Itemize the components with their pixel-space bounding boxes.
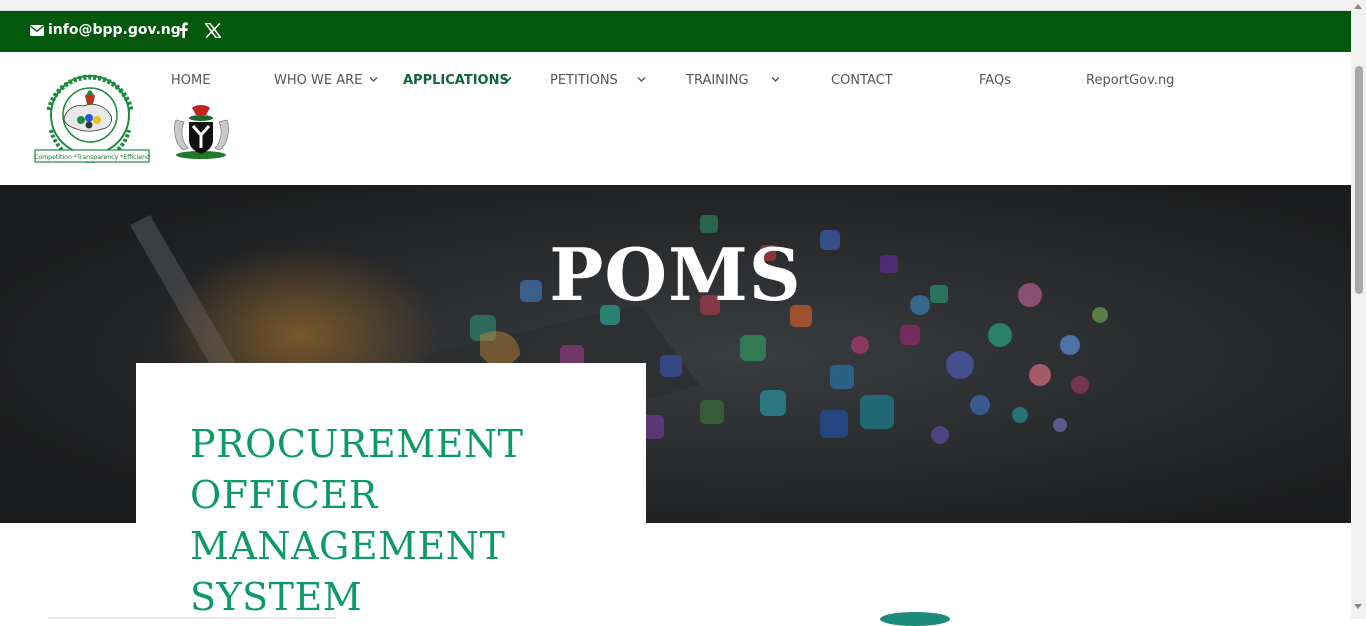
- content-image-peek: [880, 612, 950, 626]
- bpp-logo-image: *Competition *Transparency *Efficiency: [31, 74, 153, 164]
- nav-home[interactable]: HOME: [171, 72, 210, 88]
- nav-applications[interactable]: APPLICATIONS: [403, 72, 513, 88]
- nav-training[interactable]: TRAINING: [686, 72, 782, 88]
- page-scrollbar[interactable]: [1351, 0, 1366, 619]
- card-title: PROCUREMENT OFFICER MANAGEMENT SYSTEM: [190, 419, 610, 623]
- nav-home-label: HOME: [171, 72, 211, 88]
- nav-who-we-are[interactable]: WHO WE ARE: [274, 72, 378, 88]
- x-icon: [205, 22, 221, 38]
- envelope-icon: [30, 24, 44, 36]
- chevron-down-icon: [503, 76, 512, 83]
- scroll-down-arrow-icon[interactable]: [1354, 604, 1362, 609]
- bpp-motto: *Competition *Transparency *Efficiency: [34, 154, 150, 161]
- nav-training-label: TRAINING: [686, 72, 749, 88]
- card-title-line-3: MANAGEMENT: [190, 524, 506, 568]
- chevron-down-icon: [369, 77, 378, 82]
- nav-faqs-label: FAQs: [979, 72, 1011, 88]
- nav-petitions-label: PETITIONS: [550, 72, 618, 88]
- email-text: info@bpp.gov.ng: [48, 22, 181, 38]
- x-link[interactable]: [204, 20, 222, 40]
- card-title-line-1: PROCUREMENT: [190, 422, 524, 466]
- coat-of-arms-logo: [168, 102, 235, 162]
- nav-contact[interactable]: CONTACT: [831, 72, 893, 88]
- facebook-icon: [179, 22, 188, 38]
- email-link[interactable]: info@bpp.gov.ng: [30, 20, 181, 40]
- chevron-down-icon: [637, 77, 646, 82]
- card-title-line-4: SYSTEM: [190, 575, 363, 619]
- nav-petitions[interactable]: PETITIONS: [550, 72, 647, 88]
- nav-reportgov[interactable]: ReportGov.ng: [1086, 72, 1174, 88]
- nav-reportgov-label: ReportGov.ng: [1086, 72, 1175, 88]
- top-contact-bar: info@bpp.gov.ng: [0, 11, 1351, 52]
- chevron-down-icon: [771, 77, 780, 82]
- intro-card: PROCUREMENT OFFICER MANAGEMENT SYSTEM: [136, 363, 646, 623]
- browser-top-strip: [0, 0, 1351, 11]
- hero-title: POMS: [549, 232, 802, 317]
- facebook-link[interactable]: [176, 20, 190, 40]
- nav-contact-label: CONTACT: [831, 72, 893, 88]
- card-title-line-2: OFFICER: [190, 473, 378, 517]
- scroll-thumb[interactable]: [1355, 66, 1363, 294]
- scroll-up-arrow-icon[interactable]: [1354, 4, 1362, 9]
- nav-who-we-are-label: WHO WE ARE: [274, 72, 363, 88]
- bpp-logo[interactable]: *Competition *Transparency *Efficiency: [31, 72, 153, 165]
- nav-applications-label: APPLICATIONS: [403, 72, 509, 88]
- site-header: *Competition *Transparency *Efficiency H…: [0, 52, 1351, 185]
- nav-faqs[interactable]: FAQs: [979, 72, 1011, 88]
